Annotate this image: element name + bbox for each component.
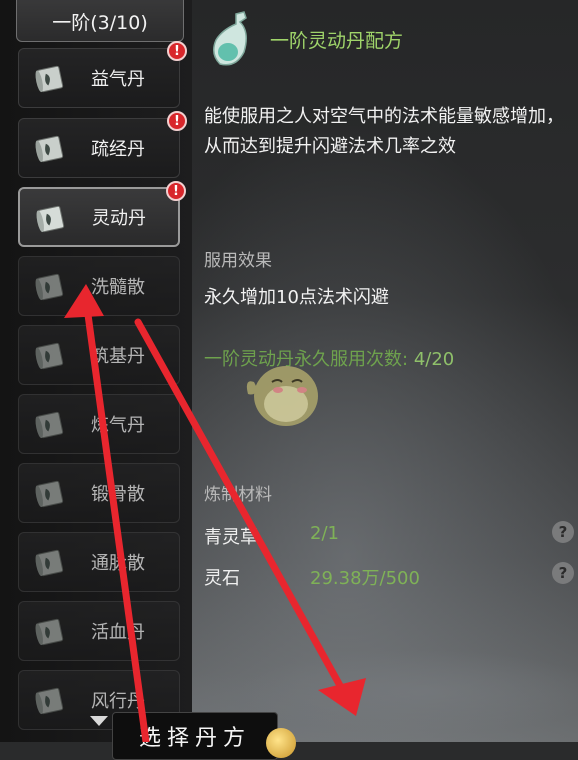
scroll-icon — [35, 480, 64, 508]
sidebar-item-yiqidan[interactable]: 益气丹 ! — [18, 41, 187, 108]
coin-icon — [266, 728, 296, 758]
sidebar-item-label: 益气丹 — [91, 69, 145, 90]
effect-heading: 服用效果 — [204, 251, 272, 271]
scroll-icon — [35, 618, 64, 646]
sidebar-item-label: 活血丹 — [91, 622, 145, 643]
sidebar-item-shujingdan[interactable]: 疏经丹 ! — [18, 111, 187, 178]
scroll-down-icon[interactable] — [90, 716, 108, 726]
scroll-icon — [35, 135, 64, 163]
material-row: 灵石 29.38万/500 ? — [204, 560, 574, 590]
sidebar-item-zhujidan[interactable]: 筑基丹 — [18, 325, 180, 385]
sidebar-item-label: 通脉散 — [91, 553, 145, 574]
recipe-sidebar: 一阶(3/10) 益气丹 ! 疏经丹 ! 灵动丹 ! 洗髓散 筑基丹 炼气丹 锻… — [0, 0, 192, 742]
help-icon[interactable]: ? — [552, 562, 574, 584]
sidebar-item-duangusan[interactable]: 锻骨散 — [18, 463, 180, 523]
recipe-detail-panel: 一阶灵动丹配方 能使服用之人对空气中的法术能量敏感增加，从而达到提升闪避法术几率… — [192, 0, 578, 742]
select-recipe-button[interactable]: 选择丹方 — [112, 712, 278, 760]
materials-heading: 炼制材料 — [204, 485, 272, 505]
scroll-icon — [35, 342, 64, 370]
material-quantity: 29.38万/500 — [310, 568, 420, 589]
scroll-icon — [36, 205, 65, 233]
alert-badge: ! — [166, 181, 186, 201]
sidebar-item-tongmaisan[interactable]: 通脉散 — [18, 532, 180, 592]
scroll-icon — [35, 687, 64, 715]
sidebar-item-label: 灵动丹 — [92, 208, 146, 229]
sidebar-item-lianqidan[interactable]: 炼气丹 — [18, 394, 180, 454]
scroll-icon — [35, 411, 64, 439]
effect-text: 永久增加10点法术闪避 — [204, 287, 389, 308]
material-name: 灵石 — [204, 568, 240, 589]
recipe-title: 一阶灵动丹配方 — [270, 30, 404, 52]
mascot-watermark — [246, 366, 318, 426]
sidebar-item-lingdongdan[interactable]: 灵动丹 ! — [18, 181, 186, 247]
sidebar-item-label: 筑基丹 — [91, 346, 145, 367]
tier-label: 一阶(3/10) — [52, 11, 148, 34]
sidebar-item-xisuisan[interactable]: 洗髓散 — [18, 256, 180, 316]
material-name: 青灵草 — [204, 527, 258, 548]
sidebar-item-label: 炼气丹 — [91, 415, 145, 436]
recipe-description: 能使服用之人对空气中的法术能量敏感增加，从而达到提升闪避法术几率之效 — [204, 106, 564, 157]
alert-badge: ! — [167, 111, 187, 131]
sidebar-item-label: 疏经丹 — [91, 139, 145, 160]
material-row: 青灵草 2/1 ? — [204, 519, 574, 549]
sidebar-item-huoxuedan[interactable]: 活血丹 — [18, 601, 180, 661]
sidebar-item-label: 锻骨散 — [91, 484, 145, 505]
scroll-icon — [35, 65, 64, 93]
potion-bottle-icon — [213, 11, 247, 66]
sidebar-item-label: 洗髓散 — [91, 277, 145, 298]
scroll-icon — [35, 273, 64, 301]
usage-value: 4/20 — [413, 349, 455, 370]
scroll-icon — [35, 549, 64, 577]
material-quantity: 2/1 — [310, 523, 339, 544]
help-icon[interactable]: ? — [552, 521, 574, 543]
tier-header[interactable]: 一阶(3/10) — [16, 0, 184, 42]
alert-badge: ! — [167, 41, 187, 61]
